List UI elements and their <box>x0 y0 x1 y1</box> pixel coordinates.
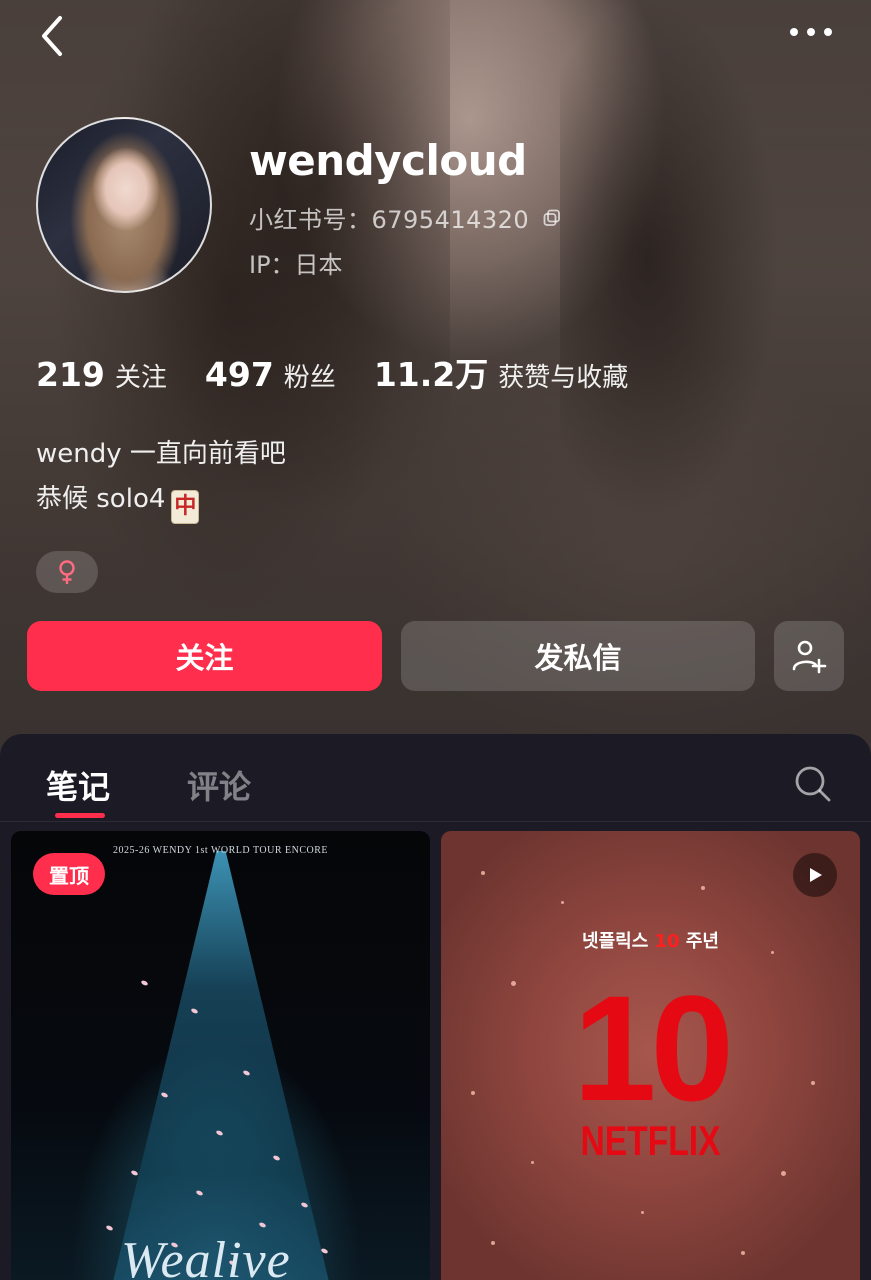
username: wendycloud <box>249 136 527 185</box>
active-tab-indicator <box>55 813 105 818</box>
stat-followers[interactable]: 497 粉丝 <box>205 355 336 394</box>
search-icon <box>795 766 831 802</box>
more-button[interactable] <box>786 18 836 46</box>
stat-value: 219 <box>36 355 105 394</box>
red-id: 小红书号：6795414320 <box>249 206 530 234</box>
spotlight-image <box>106 851 336 1280</box>
card-korean-title: 넷플릭스 10 주년 <box>582 931 719 952</box>
note-card[interactable]: 2025-26 WENDY 1st WORLD TOUR ENCORE 置顶 W… <box>11 831 430 1280</box>
mahjong-tile-icon: 中 <box>171 490 200 524</box>
search-button[interactable] <box>793 764 833 804</box>
more-dots-icon <box>790 28 798 36</box>
stat-value: 497 <box>204 355 274 394</box>
add-friend-button[interactable] <box>774 621 844 691</box>
ip-location: IP：日本 <box>249 251 343 279</box>
bio: wendy 一直向前看吧 恭候 solo4 中 <box>36 432 286 524</box>
stat-label: 粉丝 <box>283 363 336 393</box>
stat-label: 获赞与收藏 <box>498 363 629 393</box>
note-card[interactable]: 넷플릭스 10 주년 10 NETFLIX <box>441 831 860 1280</box>
gender-tag <box>36 551 98 593</box>
stat-following[interactable]: 219 关注 <box>36 355 167 394</box>
profile-header: wendycloud 小红书号：6795414320 IP：日本 219 关注 … <box>0 0 871 760</box>
bio-line-2: 恭候 solo4 <box>36 484 166 514</box>
stat-value: 11.2万 <box>373 355 489 394</box>
female-icon <box>59 560 75 584</box>
tab-notes[interactable]: 笔记 <box>46 762 110 808</box>
stats-row: 219 关注 497 粉丝 11.2万 获赞与收藏 <box>36 348 666 396</box>
netflix-logo: NETFLIX <box>580 1117 721 1164</box>
message-button[interactable]: 发私信 <box>401 621 755 691</box>
content-panel: 笔记 评论 2025-26 WENDY 1st WORLD TOUR ENCOR… <box>0 734 871 1280</box>
back-button[interactable] <box>36 14 76 58</box>
play-icon <box>810 868 822 882</box>
avatar[interactable] <box>36 117 212 293</box>
card-big-number: 10 <box>573 964 734 1132</box>
copy-icon[interactable] <box>543 209 561 227</box>
stat-likes[interactable]: 11.2万 获赞与收藏 <box>374 348 628 396</box>
add-user-icon <box>792 640 827 674</box>
video-play-badge <box>793 853 837 897</box>
chevron-left-icon <box>42 16 62 56</box>
follow-button[interactable]: 关注 <box>27 621 382 691</box>
stat-label: 关注 <box>114 363 167 393</box>
tab-comments[interactable]: 评论 <box>187 762 251 808</box>
tab-bar: 笔记 评论 <box>0 734 871 822</box>
card-script-title: Wealive <box>121 1232 291 1280</box>
pinned-badge: 置顶 <box>33 853 105 895</box>
bio-line-1: wendy 一直向前看吧 <box>36 439 286 469</box>
